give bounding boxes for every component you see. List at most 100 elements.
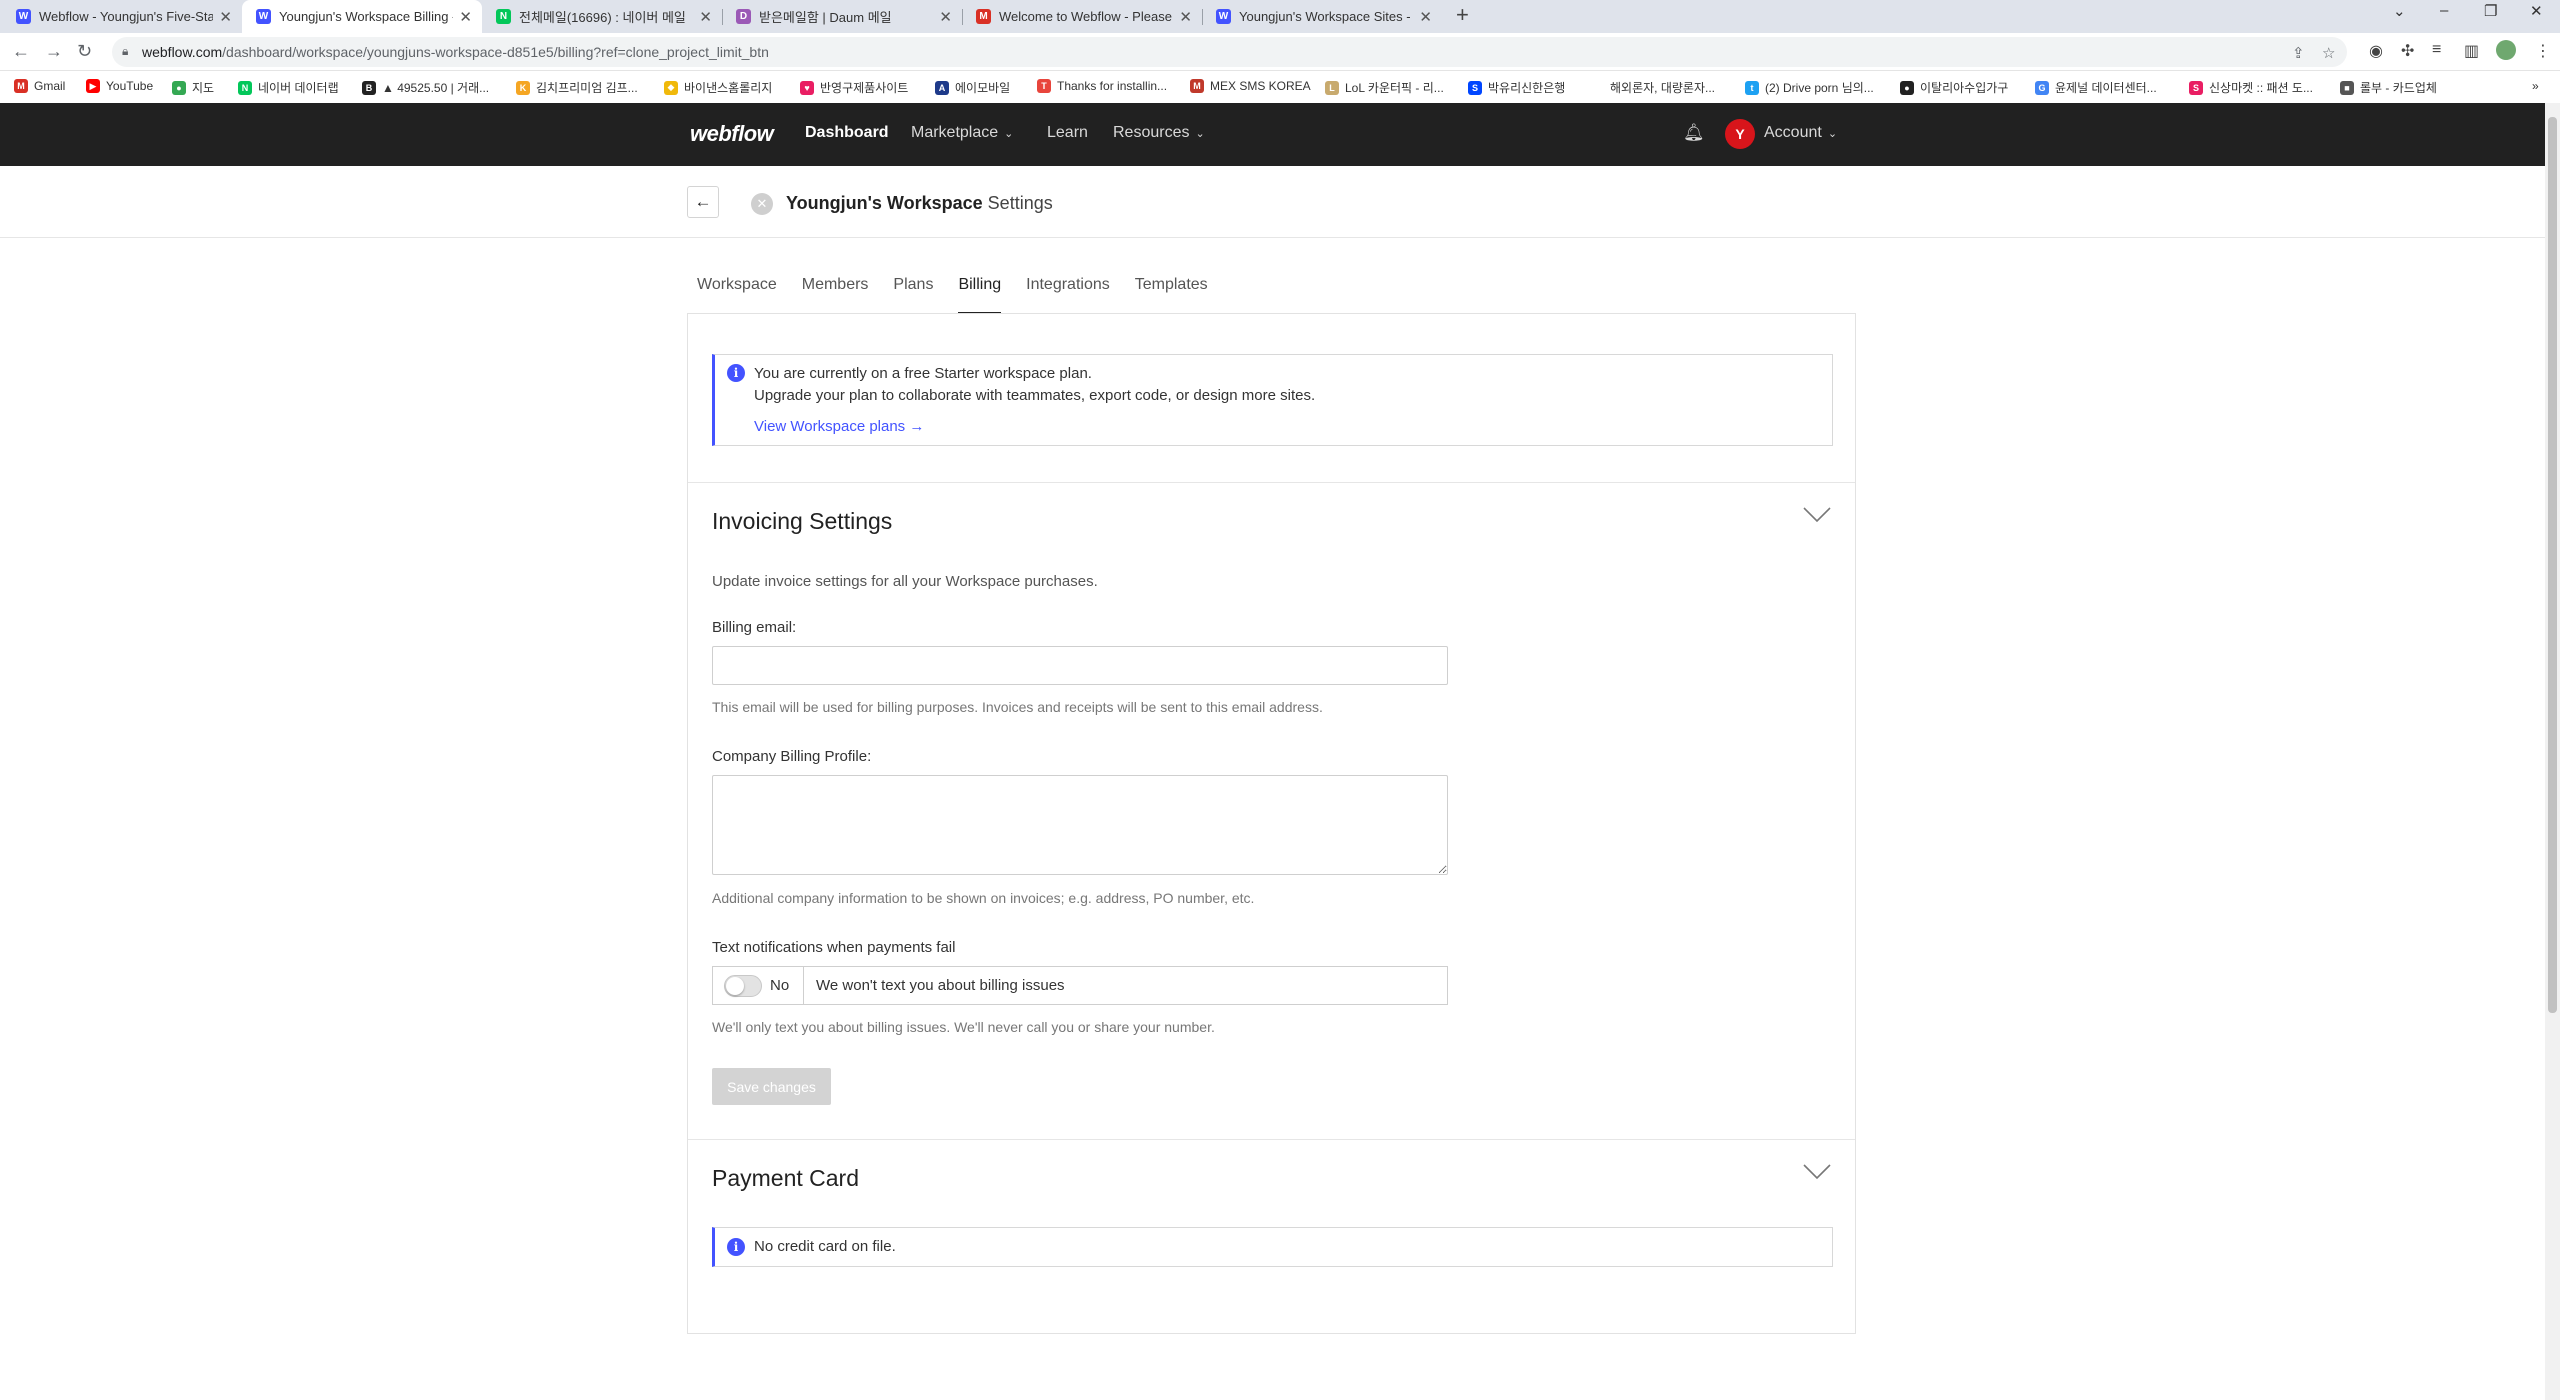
page-scrollbar[interactable]: [2545, 103, 2560, 1400]
bookmark-item[interactable]: t (2) Drive porn 님의...: [1745, 79, 1874, 96]
nav-resources[interactable]: Resources ⌄: [1113, 124, 1205, 142]
url-text[interactable]: webflow.com/dashboard/workspace/youngjun…: [142, 44, 769, 60]
more-bookmarks-icon[interactable]: »: [2532, 79, 2539, 93]
lock-icon[interactable]: 🔒︎: [122, 44, 128, 59]
nav-learn[interactable]: Learn: [1047, 124, 1088, 142]
forward-arrow-icon[interactable]: →: [45, 41, 63, 62]
extension-icon[interactable]: ◉: [2369, 41, 2383, 61]
bookmark-label: YouTube: [106, 79, 154, 93]
bookmark-label: 반영구제품사이트: [820, 81, 909, 95]
bookmark-icon: t: [1745, 80, 1759, 95]
billing-email-field[interactable]: [712, 646, 1448, 685]
profile-avatar[interactable]: [2496, 40, 2516, 60]
webflow-icon: W: [16, 9, 31, 24]
browser-tab[interactable]: W Youngjun's Workspace Billing - ✕: [242, 0, 482, 33]
close-tab-icon[interactable]: ✕: [1179, 8, 1192, 26]
bookmark-item[interactable]: 해외론자, 대량론자...: [1590, 79, 1715, 96]
tab-plans[interactable]: Plans: [893, 276, 933, 314]
avatar[interactable]: Y: [1725, 119, 1755, 149]
save-changes-button[interactable]: Save changes: [712, 1068, 831, 1105]
bookmark-item[interactable]: ● 이탈리아수입가구: [1900, 79, 2008, 96]
back-arrow-icon[interactable]: ←: [12, 41, 30, 62]
close-tab-icon[interactable]: ✕: [1419, 8, 1432, 26]
browser-tab[interactable]: D 받은메일함 | Daum 메일 ✕: [722, 0, 962, 33]
text-notifications-hint: We'll only text you about billing issues…: [712, 1019, 1215, 1035]
tab-search-icon[interactable]: ⌄: [2393, 2, 2406, 20]
toggle-container[interactable]: No: [713, 967, 804, 1004]
chevron-down-icon: ⌄: [1827, 128, 1838, 140]
company-billing-profile-field[interactable]: [712, 775, 1448, 875]
chevron-down-icon[interactable]: [1803, 507, 1831, 523]
bookmark-icon: ■: [2340, 80, 2354, 95]
scrollbar-thumb[interactable]: [2548, 117, 2557, 1013]
close-tab-icon[interactable]: ✕: [699, 8, 712, 26]
tab-workspace[interactable]: Workspace: [697, 276, 777, 314]
close-tab-icon[interactable]: ✕: [459, 8, 472, 26]
bookmark-item[interactable]: G 윤제널 데이터센터...: [2035, 79, 2157, 96]
browser-tab[interactable]: W Youngjun's Workspace Sites - W ✕: [1202, 0, 1442, 33]
webflow-logo[interactable]: webflow: [690, 121, 774, 147]
share-icon[interactable]: ⇪: [2292, 44, 2305, 62]
chrome-menu-icon[interactable]: ⋮: [2535, 41, 2551, 61]
bookmark-label: LoL 카운터픽 - 리...: [1345, 81, 1444, 95]
browser-tab-title: Youngjun's Workspace Sites - W: [1239, 9, 1414, 24]
new-tab-button[interactable]: +: [1456, 2, 1469, 28]
bookmark-item[interactable]: N 네이버 데이터랩: [238, 79, 339, 96]
tab-members[interactable]: Members: [802, 276, 869, 314]
bookmark-item[interactable]: K 김치프리미엄 김프...: [516, 79, 638, 96]
bookmark-item[interactable]: ● 지도: [172, 79, 214, 96]
close-tab-icon[interactable]: ✕: [939, 8, 952, 26]
bookmark-icon: B: [362, 80, 376, 95]
text-notifications-toggle[interactable]: [724, 974, 762, 997]
close-tab-icon[interactable]: ✕: [219, 8, 232, 26]
address-bar: ← → ↻ 🔒︎ webflow.com/dashboard/workspace…: [0, 33, 2560, 71]
bookmark-item[interactable]: ■ 롤부 - 카드업체: [2340, 79, 2437, 96]
nav-dashboard[interactable]: Dashboard: [805, 124, 889, 142]
bookmark-item[interactable]: L LoL 카운터픽 - 리...: [1325, 79, 1444, 96]
tab-billing[interactable]: Billing: [958, 276, 1001, 314]
page-title: Youngjun's Workspace Settings: [786, 193, 1053, 214]
bookmark-item[interactable]: M MEX SMS KOREA: [1190, 79, 1311, 93]
bookmark-item[interactable]: A 에이모바일: [935, 79, 1010, 96]
tab-separator: [722, 9, 723, 25]
workspace-name: Youngjun's Workspace: [786, 193, 983, 213]
bookmark-item[interactable]: S 신상마켓 :: 패션 도...: [2189, 79, 2313, 96]
bookmark-icon: S: [1468, 80, 1482, 95]
nav-marketplace[interactable]: Marketplace ⌄: [911, 124, 1013, 142]
browser-tab[interactable]: M Welcome to Webflow - Please ✕: [962, 0, 1202, 33]
side-panel-icon[interactable]: ▥: [2464, 41, 2479, 61]
url-omnibox[interactable]: 🔒︎ webflow.com/dashboard/workspace/young…: [112, 37, 2347, 67]
minimize-icon[interactable]: –: [2440, 2, 2448, 19]
webflow-icon: W: [1216, 9, 1231, 24]
browser-tab-title: Webflow - Youngjun's Five-Star: [39, 9, 214, 24]
browser-tab[interactable]: W Webflow - Youngjun's Five-Star ✕: [2, 0, 242, 33]
bookmark-item[interactable]: T Thanks for installin...: [1037, 79, 1167, 93]
bookmark-item[interactable]: M Gmail: [14, 79, 65, 93]
settings-label: Settings: [987, 193, 1053, 213]
bookmark-item[interactable]: ♥ 반영구제품사이트: [800, 79, 908, 96]
info-icon: i: [727, 364, 745, 382]
bookmark-item[interactable]: S 박유리신한은행: [1468, 79, 1565, 96]
chevron-down-icon[interactable]: [1803, 1164, 1831, 1180]
bookmark-item[interactable]: ▶ YouTube: [86, 79, 153, 93]
bookmark-item[interactable]: ◆ 바이낸스홈롤리지: [664, 79, 772, 96]
back-button[interactable]: ←: [687, 186, 719, 218]
tab-integrations[interactable]: Integrations: [1026, 276, 1110, 314]
reading-list-icon[interactable]: ≡: [2432, 41, 2441, 59]
puzzle-extensions-icon[interactable]: ✣: [2401, 41, 2414, 61]
browser-tab-title: 전체메일(16696) : 네이버 메일: [519, 10, 686, 25]
reload-icon[interactable]: ↻: [77, 41, 92, 62]
restore-icon[interactable]: ❐: [2484, 2, 2497, 20]
text-notifications-description: We won't text you about billing issues: [816, 977, 1065, 994]
no-card-text: No credit card on file.: [754, 1238, 896, 1255]
view-workspace-plans-link[interactable]: View Workspace plans →: [754, 418, 924, 435]
company-billing-profile-hint: Additional company information to be sho…: [712, 890, 1255, 906]
close-window-icon[interactable]: ✕: [2530, 2, 2543, 20]
account-menu[interactable]: Account ⌄: [1764, 124, 1837, 142]
bookmark-item[interactable]: B ▲ 49525.50 | 거래...: [362, 79, 489, 96]
workspace-icon: ✕: [751, 193, 773, 215]
bell-icon[interactable]: 🔔︎: [1683, 123, 1705, 143]
browser-tab[interactable]: N 전체메일(16696) : 네이버 메일 ✕: [482, 0, 722, 33]
bookmark-star-icon[interactable]: ☆: [2322, 44, 2335, 62]
tab-templates[interactable]: Templates: [1135, 276, 1208, 314]
